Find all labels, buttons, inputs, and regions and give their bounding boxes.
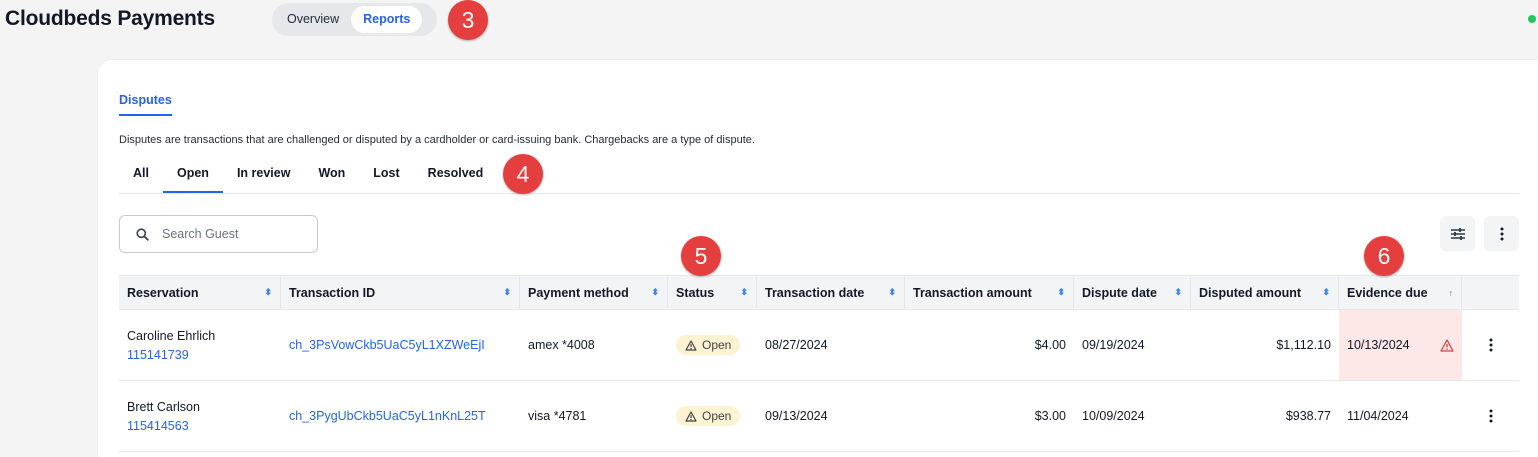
table-header: Reservation ⬍ Transaction ID ⬍ Payment met… [119,275,1519,310]
payment-method-cell: visa *4781 [528,409,587,423]
transaction-id-cell: ch_3PygUbCkb5UaC5yL1nKnL25T [281,381,520,451]
evidence-due-date: 10/13/2024 [1347,338,1410,352]
reservation-link[interactable]: 115414563 [127,419,189,433]
warning-icon [685,339,697,351]
reservation-link[interactable]: 115141739 [127,348,189,362]
sort-icon: ⬍ [651,287,659,297]
callout-marker-5: 5 [681,236,721,276]
more-vertical-icon [1500,227,1503,240]
table-row[interactable]: Caroline Ehrlich 115141739 ch_3PsVowCkb5… [119,310,1519,381]
column-header-payment-method[interactable]: Payment method ⬍ [520,276,668,309]
tab-reports[interactable]: Reports [351,6,423,33]
payment-method-cell: amex *4008 [528,338,595,352]
callout-marker-3: 3 [448,0,488,40]
filter-columns-button[interactable] [1440,216,1475,251]
status-badge: Open [676,406,741,426]
tab-open[interactable]: Open [162,160,223,193]
status-tabs: All Open In review Won Lost Resolved [119,160,1519,194]
sort-icon: ⬍ [1322,287,1330,297]
search-icon [136,227,149,241]
tab-resolved[interactable]: Resolved [414,160,498,193]
search-input[interactable] [162,227,302,241]
tab-in-review[interactable]: In review [223,160,305,193]
evidence-due-date: 11/04/2024 [1347,409,1409,423]
column-header-disputed-amount[interactable]: Disputed amount ⬍ [1191,276,1339,309]
tab-lost[interactable]: Lost [359,160,413,193]
transaction-date-cell: 09/13/2024 [765,409,828,423]
column-header-dispute-date[interactable]: Dispute date ⬍ [1074,276,1191,309]
disputed-amount-cell: $938.77 [1285,409,1331,423]
callout-marker-4: 4 [503,154,543,194]
disputes-card: Disputes Disputes are transactions that … [98,60,1538,457]
guest-name: Caroline Ehrlich [127,328,216,343]
sort-icon: ⬍ [264,287,272,297]
transaction-id-link[interactable]: ch_3PygUbCkb5UaC5yL1nKnL25T [289,409,486,423]
reservation-cell: Caroline Ehrlich 115141739 [119,310,281,380]
sliders-icon [1450,227,1465,240]
tab-overview[interactable]: Overview [275,6,351,33]
sort-icon: ⬍ [1174,287,1182,297]
view-toggle: Overview Reports [272,3,437,36]
column-header-transaction-id[interactable]: Transaction ID ⬍ [281,276,520,309]
column-header-transaction-amount[interactable]: Transaction amount ⬍ [905,276,1074,309]
table-row[interactable]: Brett Carlson 115414563 ch_3PygUbCkb5UaC… [119,381,1519,452]
sort-icon: ⬍ [888,287,896,297]
status-cell: Open [668,381,757,451]
dispute-date-cell: 09/19/2024 [1082,338,1145,352]
status-badge: Open [676,335,741,355]
sort-ascending-icon: ↑ [1448,287,1454,298]
sort-icon: ⬍ [1057,287,1065,297]
transaction-date-cell: 08/27/2024 [765,338,828,352]
transaction-id-cell: ch_3PsVowCkb5UaC5yL1XZWeEjI [281,310,520,380]
search-box[interactable] [119,215,318,253]
column-header-evidence-due[interactable]: Evidence due ↑ [1339,276,1462,309]
warning-icon [685,410,697,422]
column-header-transaction-date[interactable]: Transaction date ⬍ [757,276,905,309]
guest-name: Brett Carlson [127,399,200,414]
disputes-description: Disputes are transactions that are chall… [119,134,755,146]
evidence-due-cell: 10/13/2024 [1339,310,1462,380]
column-header-status[interactable]: Status ⬍ [668,276,757,309]
app-title: Cloudbeds Payments [5,7,215,30]
dispute-date-cell: 10/09/2024 [1082,409,1145,423]
more-options-button[interactable] [1484,216,1519,251]
transaction-amount-cell: $4.00 [1034,338,1066,352]
callout-marker-6: 6 [1364,236,1404,276]
transaction-amount-cell: $3.00 [1034,409,1066,423]
column-header-actions [1462,276,1519,309]
disputed-amount-cell: $1,112.10 [1276,338,1331,352]
online-status-dot [1528,15,1536,23]
sort-icon: ⬍ [503,287,511,297]
more-vertical-icon [1489,409,1492,423]
transaction-id-link[interactable]: ch_3PsVowCkb5UaC5yL1XZWeEjI [289,338,485,352]
tab-disputes[interactable]: Disputes [119,93,172,116]
reservation-cell: Brett Carlson 115414563 [119,381,281,451]
sort-icon: ⬍ [740,287,748,297]
tab-all[interactable]: All [119,160,163,193]
row-actions-button[interactable] [1462,310,1519,380]
more-vertical-icon [1489,338,1492,352]
disputes-table: Reservation ⬍ Transaction ID ⬍ Payment met… [119,275,1519,452]
column-header-reservation[interactable]: Reservation ⬍ [119,276,281,309]
row-actions-button[interactable] [1462,381,1519,451]
tab-won[interactable]: Won [304,160,359,193]
status-cell: Open [668,310,757,380]
overdue-warning-icon [1440,338,1454,352]
evidence-due-cell: 11/04/2024 [1339,381,1462,451]
